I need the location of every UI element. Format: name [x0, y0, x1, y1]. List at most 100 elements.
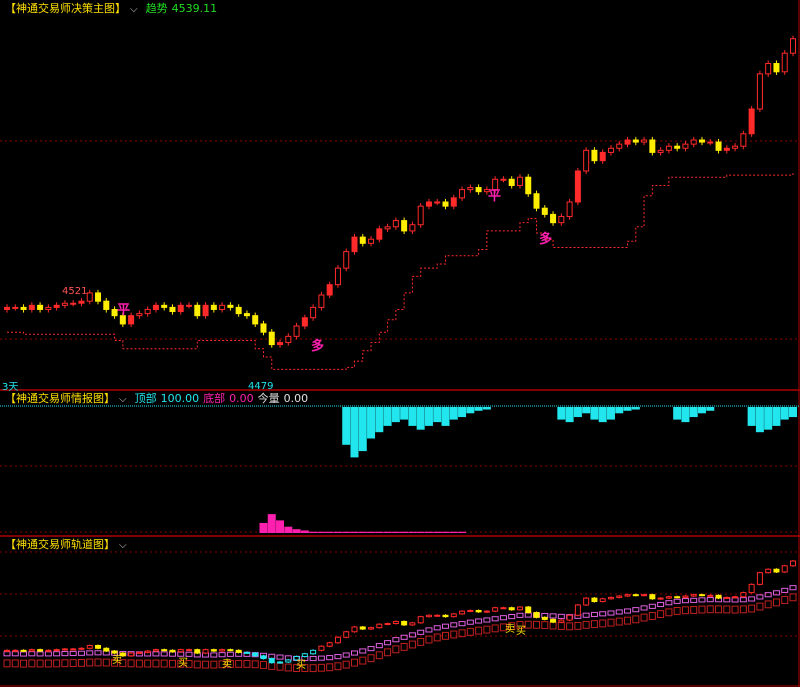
chevron-down-icon[interactable]: ⌵ [130, 4, 138, 15]
track-signal: 买 [178, 658, 188, 669]
upper-track-band [607, 610, 615, 616]
upper-track-band [739, 597, 747, 603]
track-candle-body [326, 642, 333, 647]
chevron-down-icon[interactable]: ⌵ [119, 540, 127, 551]
top-bar [424, 407, 433, 426]
upper-track-band [326, 655, 334, 661]
candle-body [326, 284, 333, 296]
track-candle-body [649, 594, 656, 600]
lower-track-band [417, 637, 425, 646]
candle-body [591, 149, 598, 162]
lower-track-band [144, 659, 152, 668]
candle-body [210, 304, 217, 310]
lower-track-band [665, 608, 673, 617]
track-candle-body [343, 631, 350, 638]
track-candle-body [541, 616, 548, 620]
bottom-bar [259, 522, 268, 533]
upper-track-band [640, 605, 648, 611]
track-candle-body [756, 572, 763, 585]
track-candle-body [202, 649, 209, 654]
track-candle-body [86, 645, 93, 649]
bottom-bar [441, 531, 450, 533]
track-candle-body [210, 649, 217, 652]
candle-body [467, 187, 474, 191]
candle-body [409, 224, 416, 232]
lower-track-band [400, 642, 408, 651]
track-candle-body [310, 649, 317, 655]
lower-track-band [590, 620, 598, 629]
track-candle-body [194, 649, 201, 654]
top-bar [482, 407, 491, 410]
lower-track-band [566, 622, 574, 631]
upper-track-band [350, 650, 358, 656]
upper-track-band [334, 654, 342, 660]
candle-body [384, 226, 391, 230]
top-bar [391, 407, 400, 423]
track-candle-body [103, 647, 110, 652]
track-candle-body [401, 620, 408, 626]
bottom-bar [333, 531, 342, 533]
upper-track-band [11, 651, 19, 657]
candle-body [500, 178, 507, 181]
lower-track-band [102, 658, 110, 667]
top-bar [631, 407, 640, 410]
candle-body [78, 300, 85, 304]
candle-body [45, 306, 52, 310]
candle-body [607, 147, 614, 153]
track-candle-body [285, 659, 292, 663]
candle-body [219, 304, 226, 310]
candle-body [277, 342, 284, 346]
candle-body [103, 300, 110, 310]
candle-body [202, 304, 209, 317]
main-panel-title[interactable]: 【神通交易师决策主图】 [5, 2, 126, 15]
info-bar-plot[interactable] [259, 407, 797, 533]
lower-track-band [334, 662, 342, 671]
candle-body [558, 215, 565, 224]
upper-track-band [731, 597, 739, 603]
top-bar [474, 407, 483, 411]
track-band-plot[interactable] [3, 559, 797, 673]
info-panel-title[interactable]: 【神通交易师情报图】 [5, 392, 115, 405]
lower-track-band [524, 620, 532, 629]
lower-track-band [202, 660, 210, 669]
track-candle-body [682, 595, 689, 598]
track-signal: 买 [296, 660, 306, 671]
candle-body [227, 304, 234, 308]
lower-track-band [284, 663, 292, 672]
top-bar [623, 407, 632, 411]
lower-track-band [152, 659, 160, 668]
top-bar [689, 407, 698, 418]
track-panel-title[interactable]: 【神通交易师轨道图】 [5, 538, 115, 551]
lower-track-band [11, 659, 19, 668]
bottom-bar [276, 520, 285, 533]
track-candle-body [616, 595, 623, 598]
candle-body [243, 313, 250, 317]
bottom-bar [309, 531, 318, 533]
lower-track-band [772, 598, 780, 607]
candle-body [450, 197, 457, 207]
lower-track-band [756, 602, 764, 611]
upper-track-band [665, 600, 673, 606]
track-signal: 卖 [222, 659, 232, 670]
lower-track-band [723, 605, 731, 614]
top-bar [565, 407, 574, 423]
top-bar [598, 407, 607, 423]
upper-track-band [690, 597, 698, 603]
lower-track-band [28, 659, 36, 668]
candle-body [649, 139, 656, 153]
upper-track-band [367, 646, 375, 652]
lower-track-band [251, 660, 259, 669]
grid-lines [0, 0, 800, 687]
track-candle-body [765, 568, 772, 574]
top-bar [441, 407, 450, 426]
bottom-bar [325, 531, 334, 533]
main-candlestick-plot[interactable] [4, 35, 796, 370]
candle-body [61, 302, 68, 306]
upper-track-band [590, 611, 598, 618]
track-candle-body [740, 592, 747, 598]
candle-body [616, 143, 623, 149]
top-bar [780, 407, 789, 420]
chevron-down-icon[interactable]: ⌵ [119, 394, 127, 405]
lower-track-band [243, 659, 251, 668]
candle-body [566, 201, 573, 217]
